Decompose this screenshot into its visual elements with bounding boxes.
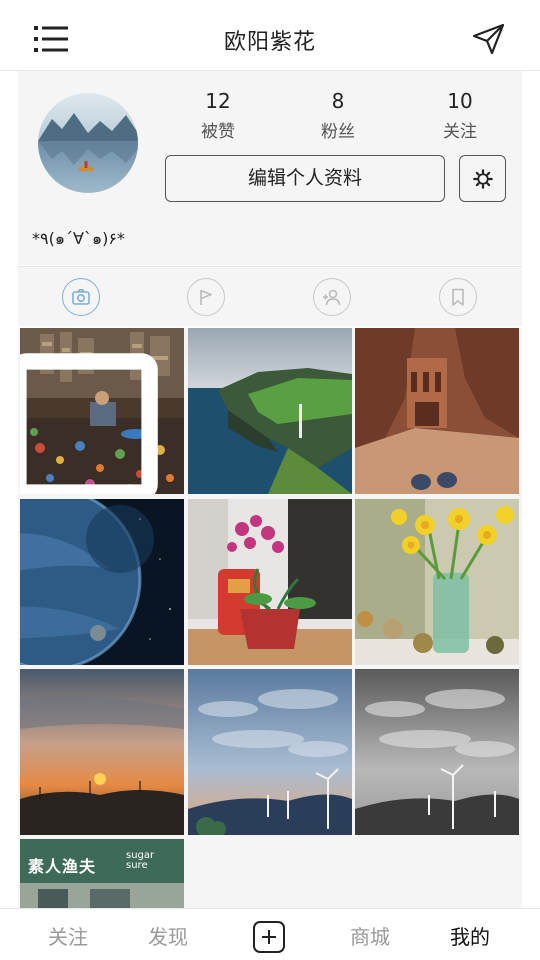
photo-planet-space[interactable] [20,499,184,665]
shop-sign-subtext: sugar sure [126,851,154,871]
photo-workshop[interactable] [20,328,184,494]
stat-label: 被赞 [201,122,235,142]
photo-wind-turbines-color[interactable] [188,669,352,835]
profile-stats: 12 被赞 8 粉丝 10 关注 [168,89,518,145]
stat-value: 10 [447,89,473,113]
nav-add-button[interactable] [253,921,285,953]
photo-daffodils-vase[interactable] [355,499,519,665]
send-icon[interactable] [472,22,506,56]
settings-button[interactable] [459,155,506,202]
nav-follow[interactable]: 关注 [28,909,108,960]
shop-sign-sub2: sure [126,860,148,871]
stat-label: 关注 [443,122,477,142]
profile-tabs [18,266,522,326]
add-person-icon [323,289,341,306]
nav-mall[interactable]: 商城 [330,909,410,960]
nav-me[interactable]: 我的 [430,909,510,960]
page-title: 欧阳紫花 [223,30,316,55]
flag-icon [200,289,212,305]
top-bar: 欧阳紫花 [0,0,540,71]
stat-label: 粉丝 [321,122,355,142]
avatar[interactable] [38,93,138,193]
shop-sign-text: 素人渔夫 [28,857,97,876]
stat-following[interactable]: 10 关注 [420,89,500,142]
tab-saved[interactable] [439,278,477,316]
gear-icon [472,168,493,189]
photo-canyon-ruins[interactable] [355,328,519,494]
profile-bio: *٩(๑´∀`๑)۶* [32,229,125,248]
photo-orchid-pot[interactable] [188,499,352,665]
profile-section: 12 被赞 8 粉丝 10 关注 编辑个人资料 *٩(๑´∀`๑)۶* [18,71,522,265]
edit-profile-button[interactable]: 编辑个人资料 [165,155,445,202]
photo-cliff-waterfall[interactable] [188,328,352,494]
nav-discover[interactable]: 发现 [128,909,208,960]
bookmark-icon [452,288,464,306]
stat-value: 8 [331,89,345,113]
photo-wind-turbines-bw[interactable] [355,669,519,835]
photo-sunset-hills[interactable] [20,669,184,835]
photo-grid: 素人渔夫 sugar sure [18,328,522,908]
stat-likes[interactable]: 12 被赞 [178,89,258,142]
tab-flag[interactable] [187,278,225,316]
stat-value: 12 [205,89,231,113]
tab-photos[interactable] [62,278,100,316]
multi-photo-icon [20,353,158,494]
camera-icon [72,289,90,305]
stat-followers[interactable]: 8 粉丝 [298,89,378,142]
plus-icon [262,930,276,944]
photo-shop-sign[interactable]: 素人渔夫 sugar sure [20,839,184,908]
bottom-nav: 关注 发现 商城 我的 [0,908,540,960]
tab-add-person[interactable] [313,278,351,316]
